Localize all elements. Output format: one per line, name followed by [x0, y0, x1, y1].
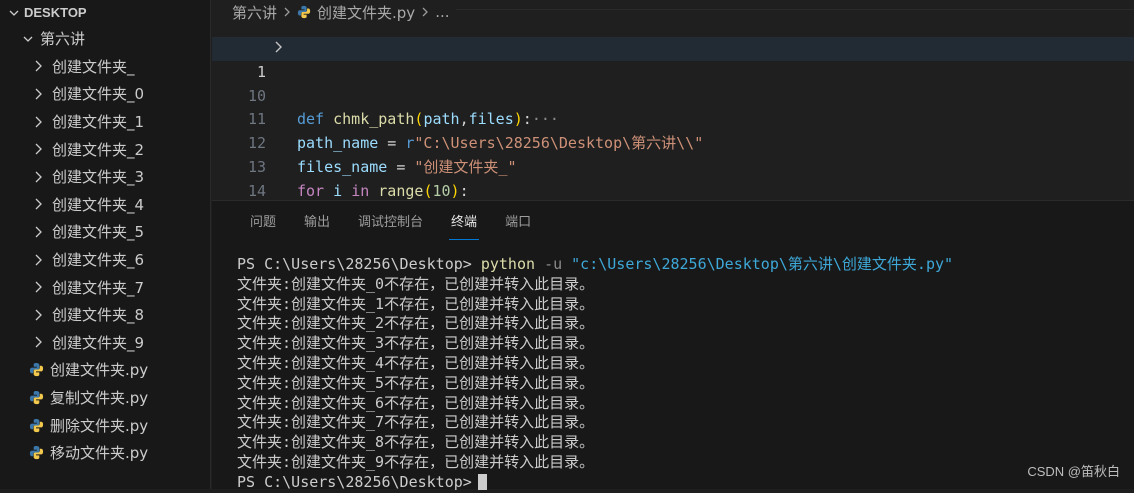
- breadcrumb: 第六讲 创建文件夹.py ...: [212, 0, 1134, 24]
- terminal-output-line: 文件夹:创建文件夹_8不存在，已创建并转入此目录。: [237, 433, 595, 452]
- folder-item-label: 创建文件夹_6: [52, 251, 145, 270]
- explorer-sidebar: DESKTOP 第六讲 创建文件夹_ 创建文件夹_0 创建文件夹_1 创建文件夹_2 创…: [0, 0, 211, 489]
- chevron-right-icon: [30, 58, 46, 74]
- code-line-12[interactable]: 12 files_name = "创建文件夹_": [212, 108, 1134, 176]
- code-editor[interactable]: 第六讲 创建文件夹.py ... 1 def chmk_path(path,fi…: [212, 0, 1134, 224]
- chevron-right-icon: [30, 114, 46, 130]
- folder-item[interactable]: 创建文件夹_5: [0, 218, 210, 246]
- folder-item-label: 创建文件夹_0: [52, 85, 145, 104]
- chevron-down-icon: [6, 5, 22, 21]
- folder-item[interactable]: 创建文件夹_8: [0, 301, 210, 329]
- folder-item-lesson6[interactable]: 第六讲: [0, 25, 210, 53]
- chevron-down-icon: [20, 31, 36, 47]
- chevron-right-icon: [30, 224, 46, 240]
- chevron-right-icon: [30, 307, 46, 323]
- terminal-output-line: 文件夹:创建文件夹_1不存在，已创建并转入此目录。: [237, 294, 595, 313]
- python-file-icon: [28, 417, 44, 433]
- folder-item-label: 创建文件夹_7: [52, 278, 145, 297]
- folder-item-label: 创建文件夹_5: [52, 223, 145, 242]
- file-item[interactable]: 删除文件夹.py: [0, 411, 210, 439]
- folder-item[interactable]: 创建文件夹_7: [0, 273, 210, 301]
- code-line-1[interactable]: 1 def chmk_path(path,files):···: [212, 37, 1134, 128]
- file-item[interactable]: 创建文件夹.py: [0, 356, 210, 384]
- chevron-right-icon: [283, 3, 291, 21]
- folder-item-label: 创建文件夹_9: [52, 333, 145, 352]
- folder-item[interactable]: 创建文件夹_: [0, 53, 210, 81]
- file-item-label: 删除文件夹.py: [50, 416, 149, 435]
- terminal-output-line: 文件夹:创建文件夹_9不存在，已创建并转入此目录。: [237, 452, 595, 471]
- folder-item[interactable]: 创建文件夹_0: [0, 80, 210, 108]
- chevron-right-icon: [30, 334, 46, 350]
- terminal-output-line: 文件夹:创建文件夹_3不存在，已创建并转入此目录。: [237, 334, 595, 353]
- explorer-header-label: DESKTOP: [24, 5, 87, 20]
- file-item-label: 移动文件夹.py: [50, 444, 149, 463]
- python-file-icon: [28, 390, 44, 406]
- bottom-panel: 问题 输出 调试控制台 终端 端口 PS C:\Users\28256\Desk…: [212, 200, 1134, 491]
- terminal-output-line: 文件夹:创建文件夹_5不存在，已创建并转入此目录。: [237, 373, 595, 392]
- code-line-11[interactable]: 11 path_name = r"C:\Users\28256\Desktop\…: [212, 85, 1134, 152]
- folder-item-label: 创建文件夹_3: [52, 168, 145, 187]
- code-area[interactable]: 1 def chmk_path(path,files):··· 10 11 pa…: [212, 37, 1134, 224]
- terminal-prompt: PS C:\Users\28256\Desktop>: [237, 473, 953, 493]
- terminal[interactable]: PS C:\Users\28256\Desktop> python -u "c:…: [237, 255, 953, 493]
- breadcrumb-more[interactable]: ...: [435, 3, 449, 21]
- file-item[interactable]: 复制文件夹.py: [0, 384, 210, 412]
- chevron-right-icon: [30, 86, 46, 102]
- tab-ports[interactable]: 端口: [491, 201, 545, 243]
- file-item-label: 创建文件夹.py: [50, 361, 149, 380]
- terminal-output-line: 文件夹:创建文件夹_2不存在，已创建并转入此目录。: [237, 314, 595, 333]
- terminal-command-line: PS C:\Users\28256\Desktop> python -u "c:…: [237, 255, 954, 273]
- tab-bar-divider: [456, 9, 1134, 10]
- code-line-13[interactable]: 13 for i in range(10):: [212, 132, 1134, 200]
- code-line-14[interactable]: 14 chmk_path(path_name,files_name + str(…: [212, 156, 1134, 224]
- breadcrumb-file[interactable]: 创建文件夹.py: [317, 2, 415, 23]
- panel-tabs: 问题 输出 调试控制台 终端 端口: [212, 201, 1134, 243]
- python-file-icon: [297, 5, 311, 19]
- chevron-right-icon[interactable]: [274, 37, 284, 61]
- folder-item-label: 创建文件夹_8: [52, 306, 145, 325]
- tab-problems[interactable]: 问题: [236, 201, 290, 243]
- tab-debug-console[interactable]: 调试控制台: [344, 201, 437, 243]
- terminal-output-line: 文件夹:创建文件夹_0不存在，已创建并转入此目录。: [237, 274, 595, 293]
- chevron-right-icon: [30, 252, 46, 268]
- folder-item-label: 创建文件夹_1: [52, 113, 145, 132]
- explorer-header[interactable]: DESKTOP: [0, 0, 210, 25]
- tab-output[interactable]: 输出: [290, 201, 344, 243]
- folder-label: 第六讲: [40, 30, 86, 49]
- chevron-right-icon: [30, 196, 46, 212]
- chevron-right-icon: [30, 141, 46, 157]
- folder-item[interactable]: 创建文件夹_4: [0, 191, 210, 219]
- tab-terminal[interactable]: 终端: [437, 201, 491, 243]
- python-file-icon: [28, 445, 44, 461]
- terminal-output-line: 文件夹:创建文件夹_7不存在，已创建并转入此目录。: [237, 413, 595, 432]
- folder-item-label: 创建文件夹_: [52, 57, 135, 76]
- folder-item-label: 创建文件夹_4: [52, 195, 145, 214]
- terminal-output-line: 文件夹:创建文件夹_6不存在，已创建并转入此目录。: [237, 393, 595, 412]
- code-line-10[interactable]: 10: [212, 61, 1134, 105]
- chevron-right-icon: [421, 3, 429, 21]
- chevron-right-icon: [30, 169, 46, 185]
- file-item[interactable]: 移动文件夹.py: [0, 439, 210, 467]
- breadcrumb-folder[interactable]: 第六讲: [232, 2, 277, 23]
- terminal-output-line: 文件夹:创建文件夹_4不存在，已创建并转入此目录。: [237, 353, 595, 372]
- folder-item[interactable]: 创建文件夹_3: [0, 163, 210, 191]
- terminal-cursor: [477, 474, 487, 491]
- folder-item[interactable]: 创建文件夹_9: [0, 329, 210, 357]
- folder-item[interactable]: 创建文件夹_1: [0, 108, 210, 136]
- folder-item[interactable]: 创建文件夹_6: [0, 246, 210, 274]
- python-file-icon: [28, 362, 44, 378]
- watermark: CSDN @笛秋白: [1027, 464, 1120, 479]
- chevron-right-icon: [30, 279, 46, 295]
- folder-item[interactable]: 创建文件夹_2: [0, 135, 210, 163]
- folder-item-label: 创建文件夹_2: [52, 140, 145, 159]
- file-item-label: 复制文件夹.py: [50, 389, 149, 408]
